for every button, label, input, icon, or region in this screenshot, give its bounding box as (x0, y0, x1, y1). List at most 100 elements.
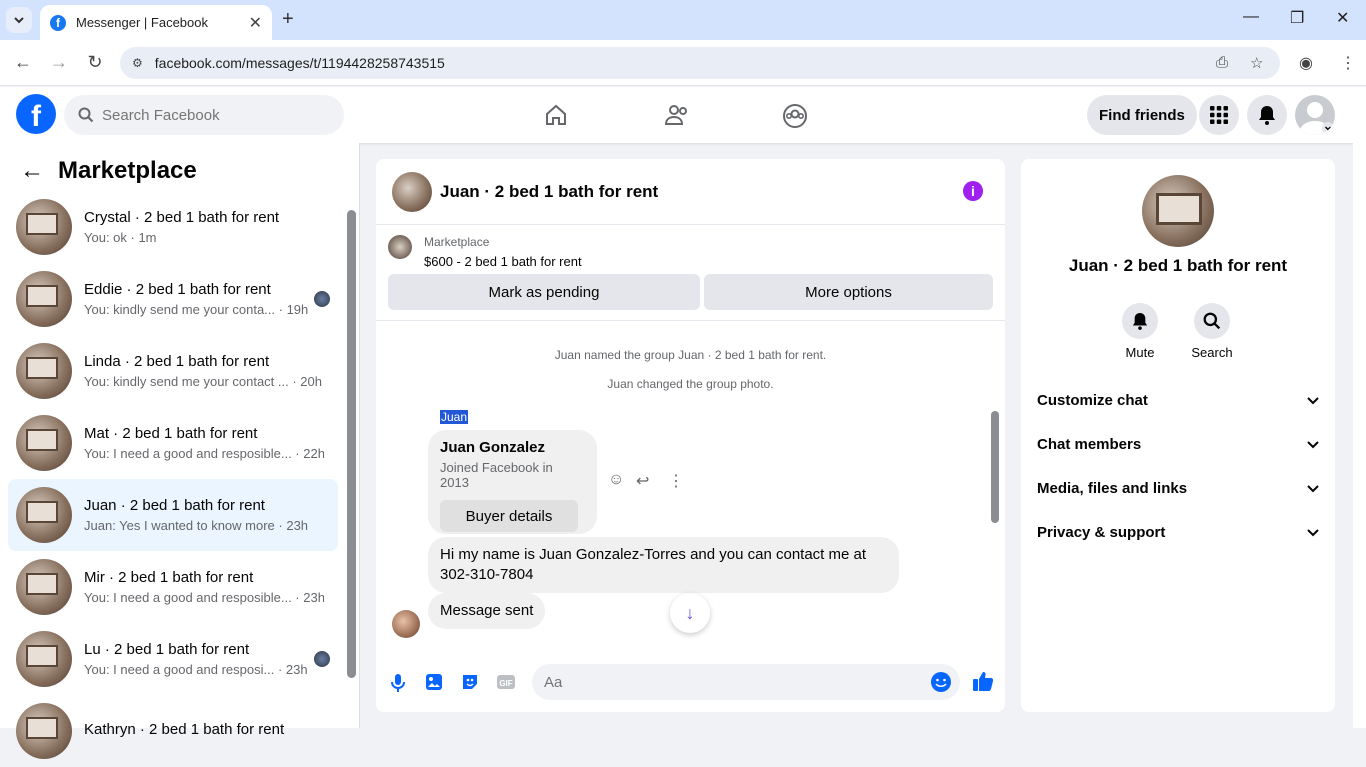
buyer-details-button[interactable]: Buyer details (440, 500, 578, 532)
conversation-item-active[interactable]: Juan · 2 bed 1 bath for rent Juan: Yes I … (8, 479, 338, 551)
listing-thumbnail (16, 343, 72, 399)
conversation-name: Mat · 2 bed 1 bath for rent (84, 425, 258, 442)
conversation-name: Linda · 2 bed 1 bath for rent (84, 353, 270, 370)
message-input[interactable] (544, 673, 904, 691)
conversation-preview: You: I need a good and resposible... · 2… (84, 446, 324, 461)
buyer-joined: Joined Facebook in 2013 (440, 460, 553, 490)
forward-button[interactable]: → (48, 52, 70, 73)
chat-scrollbar[interactable] (991, 411, 999, 523)
facebook-search[interactable] (64, 95, 344, 135)
listing-thumbnail (16, 415, 72, 471)
mark-as-pending-button[interactable]: Mark as pending (388, 274, 700, 310)
info-icon[interactable]: i (963, 181, 983, 201)
site-info-icon[interactable]: ⚙ (132, 56, 143, 70)
search-label: Search (1191, 345, 1233, 360)
conversation-item[interactable]: Linda · 2 bed 1 bath for rent You: kindly… (8, 335, 338, 407)
tab-title: Messenger | Facebook (76, 15, 208, 30)
more-options-button[interactable]: More options (704, 274, 993, 310)
conversation-item[interactable]: Mat · 2 bed 1 bath for rent You: I need a… (8, 407, 338, 479)
privacy-support-section[interactable]: Privacy & support (1037, 524, 1319, 541)
reload-button[interactable]: ↻ (84, 52, 106, 73)
chevron-down-icon (1307, 484, 1319, 492)
message-input-wrapper[interactable] (532, 664, 960, 700)
conversation-preview: You: kindly send me your conta... · 19h (84, 302, 309, 317)
conversation-item[interactable]: Mir · 2 bed 1 bath for rent You: I need a… (8, 551, 338, 623)
friends-nav-icon[interactable] (664, 103, 690, 127)
back-arrow-icon[interactable]: ← (20, 157, 44, 185)
chat-members-section[interactable]: Chat members (1037, 436, 1319, 453)
home-nav-icon[interactable] (544, 103, 568, 127)
facebook-header: f Find friends (0, 87, 1366, 143)
tab-search-button[interactable] (6, 7, 32, 33)
chat-details-panel: Juan · 2 bed 1 bath for rent Mute Search… (1021, 159, 1335, 712)
sidebar-title: Marketplace (58, 157, 197, 184)
groups-nav-icon[interactable] (782, 103, 808, 129)
bookmark-star-icon[interactable]: ☆ (1250, 54, 1263, 72)
reply-icon[interactable]: ↩ (636, 471, 649, 491)
buyer-name: Juan Gonzalez (440, 439, 546, 456)
facebook-logo-icon[interactable]: f (16, 94, 56, 134)
listing-thumbnail (388, 235, 412, 259)
marketplace-listing-info[interactable]: Marketplace $600 - 2 bed 1 bath for rent (388, 235, 582, 269)
facebook-search-input[interactable] (102, 106, 322, 124)
chat-title[interactable]: Juan · 2 bed 1 bath for rent (440, 182, 658, 202)
conversation-item[interactable]: Eddie · 2 bed 1 bath for rent You: kindly… (8, 263, 338, 335)
svg-text:GIF: GIF (499, 679, 512, 688)
conversation-name: Eddie · 2 bed 1 bath for rent (84, 281, 271, 298)
listing-thumbnail (16, 703, 72, 759)
microphone-icon[interactable] (388, 672, 410, 694)
account-avatar[interactable] (1295, 95, 1335, 135)
new-tab-button[interactable]: + (282, 8, 294, 31)
media-files-links-section[interactable]: Media, files and links (1037, 480, 1319, 497)
close-tab-icon[interactable]: ✕ (249, 13, 262, 33)
restore-button[interactable]: ❐ (1290, 8, 1304, 28)
listing-thumbnail (16, 271, 72, 327)
url-text[interactable]: facebook.com/messages/t/1194428258743515 (155, 55, 445, 71)
sticker-icon[interactable] (460, 672, 482, 694)
emoji-icon[interactable] (930, 671, 952, 693)
conversation-name: Kathryn · 2 bed 1 bath for rent (84, 720, 285, 738)
conversation-preview: Juan: Yes I wanted to know more · 23h (84, 518, 309, 533)
marketplace-sidebar: ← Marketplace Crystal · 2 bed 1 bath for… (0, 143, 360, 759)
browser-menu-icon[interactable]: ⋮ (1340, 53, 1356, 73)
address-bar[interactable]: ⚙ facebook.com/messages/t/11944282587435… (120, 47, 1280, 79)
group-photo[interactable] (1142, 175, 1214, 247)
sender-label: Juan (440, 410, 469, 424)
conversation-item[interactable]: Crystal · 2 bed 1 bath for rent You: ok ·… (8, 191, 338, 263)
sidebar-scrollbar[interactable] (347, 210, 356, 678)
page-scrollbar[interactable] (1353, 87, 1366, 728)
mute-button[interactable]: Mute (1110, 303, 1170, 360)
search-in-chat-button[interactable]: Search (1182, 303, 1242, 360)
chat-panel: Juan · 2 bed 1 bath for rent i Marketpla… (376, 159, 1005, 712)
react-icon[interactable]: ☺ (608, 471, 624, 489)
conversation-item[interactable]: Kathryn · 2 bed 1 bath for rent (8, 695, 338, 767)
profile-icon[interactable]: ◉ (1299, 53, 1313, 73)
scroll-to-bottom-button[interactable]: ↓ (670, 593, 710, 633)
close-window-button[interactable]: ✕ (1336, 8, 1349, 28)
install-app-icon[interactable]: ⎙ (1216, 54, 1228, 71)
thumbs-up-icon[interactable] (972, 670, 994, 692)
sender-avatar[interactable] (392, 610, 420, 638)
listing-thumbnail (16, 487, 72, 543)
conversation-name: Lu · 2 bed 1 bath for rent (84, 641, 250, 658)
back-button[interactable]: ← (12, 52, 34, 73)
find-friends-button[interactable]: Find friends (1087, 95, 1197, 135)
conversation-item[interactable]: Lu · 2 bed 1 bath for rent You: I need a … (8, 623, 338, 695)
browser-tab[interactable]: f Messenger | Facebook ✕ (40, 5, 272, 40)
customize-chat-section[interactable]: Customize chat (1037, 392, 1319, 409)
group-name: Juan · 2 bed 1 bath for rent (1068, 256, 1288, 275)
conversation-preview: You: ok · 1m (84, 230, 157, 245)
menu-grid-button[interactable] (1199, 95, 1239, 135)
buyer-profile-card: Juan Gonzalez Joined Facebook in 2013 Bu… (428, 430, 597, 534)
gif-icon[interactable]: GIF (496, 672, 518, 694)
more-icon[interactable]: ⋮ (668, 471, 684, 491)
section-label: Customize chat (1037, 392, 1148, 409)
chat-avatar[interactable] (392, 171, 432, 212)
facebook-favicon-icon: f (50, 14, 66, 31)
listing-thumbnail (16, 199, 72, 255)
notifications-button[interactable] (1247, 95, 1287, 135)
listing-thumbnail (16, 631, 72, 687)
photo-icon[interactable] (424, 672, 446, 694)
minimize-button[interactable]: — (1243, 8, 1259, 26)
chevron-down-icon (1307, 396, 1319, 404)
